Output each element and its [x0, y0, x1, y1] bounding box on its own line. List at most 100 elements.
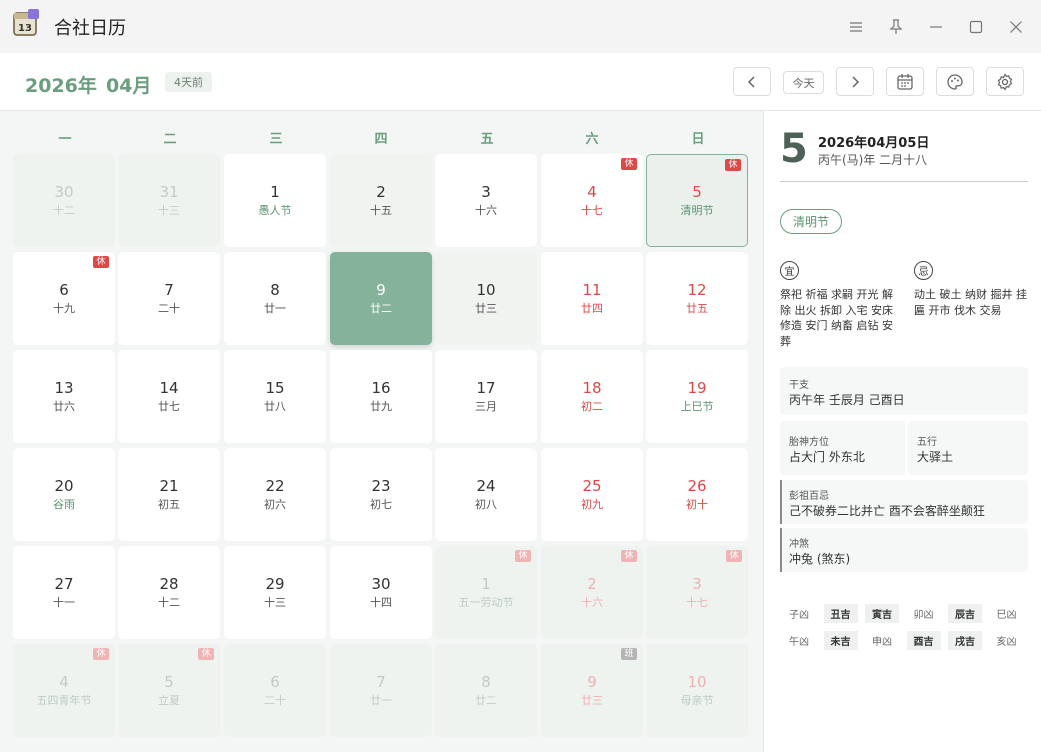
day-cell[interactable]: 31 十三	[118, 154, 220, 247]
day-cell[interactable]: 25 初九	[541, 448, 643, 541]
day-cell[interactable]: 30 十四	[330, 546, 432, 639]
day-cell[interactable]: 1 愚人节	[224, 154, 326, 247]
day-cell[interactable]: 10 母亲节	[646, 644, 748, 737]
pin-icon[interactable]	[885, 16, 907, 38]
day-cell[interactable]: 30 十二	[13, 154, 115, 247]
day-cell[interactable]: 27 十一	[13, 546, 115, 639]
hour-luck-cell: 寅吉	[865, 604, 899, 623]
day-cell[interactable]: 19 上巳节	[646, 350, 748, 443]
close-icon[interactable]	[1005, 16, 1027, 38]
calendar-view-button[interactable]	[886, 67, 924, 96]
holiday-badge: 休	[93, 256, 109, 268]
theme-button[interactable]	[936, 67, 974, 96]
weekday-label: 四	[374, 132, 388, 147]
day-number: 16	[371, 379, 391, 397]
lunar-date: 廿三	[475, 302, 497, 315]
day-number: 11	[582, 281, 602, 299]
holiday-badge: 休	[621, 550, 637, 562]
day-cell[interactable]: 21 初五	[118, 448, 220, 541]
lunar-date: 十七	[686, 596, 708, 609]
day-cell[interactable]: 6 二十	[224, 644, 326, 737]
day-number: 7	[164, 281, 174, 299]
day-cell[interactable]: 11 廿四	[541, 252, 643, 345]
day-cell[interactable]: 13 廿六	[13, 350, 115, 443]
day-cell[interactable]: 4 五四青年节 休	[13, 644, 115, 737]
hour-luck-cell: 亥凶	[996, 637, 1017, 648]
next-month-button[interactable]	[836, 67, 874, 96]
day-cell[interactable]: 26 初十	[646, 448, 748, 541]
day-number: 1	[481, 575, 491, 593]
day-cell[interactable]: 16 廿九	[330, 350, 432, 443]
lunar-date: 初七	[370, 498, 392, 511]
day-number: 8	[270, 281, 280, 299]
menu-icon[interactable]	[845, 16, 867, 38]
day-number: 6	[59, 281, 69, 299]
gear-icon	[997, 72, 1013, 91]
day-cell[interactable]: 23 初七	[330, 448, 432, 541]
ganzhi-label: 干支	[789, 380, 809, 391]
yi-line: 祭祀 祈福 求嗣 开光 解	[780, 288, 893, 301]
day-cell[interactable]: 18 初二	[541, 350, 643, 443]
day-cell[interactable]: 28 十二	[118, 546, 220, 639]
day-cell[interactable]: 5 清明节 休	[646, 154, 748, 247]
wuxing-value: 大驿土	[917, 450, 954, 464]
day-cell[interactable]: 2 十五	[330, 154, 432, 247]
day-number: 13	[54, 379, 74, 397]
day-number: 22	[265, 477, 285, 495]
day-cell[interactable]: 1 五一劳动节 休	[435, 546, 537, 639]
lunar-date: 初九	[581, 498, 603, 511]
lunar-date: 五一劳动节	[458, 596, 514, 609]
month-label[interactable]: 04月	[106, 71, 151, 98]
day-cell[interactable]: 17 三月	[435, 350, 537, 443]
weekday-label: 六	[585, 132, 599, 147]
lunar-date: 初八	[475, 498, 497, 511]
day-cell[interactable]: 3 十七 休	[646, 546, 748, 639]
day-cell[interactable]: 7 廿一	[330, 644, 432, 737]
day-cell[interactable]: 9 廿二	[330, 252, 432, 345]
lunar-date: 二十	[264, 694, 286, 707]
day-number: 20	[54, 477, 74, 495]
prev-month-button[interactable]	[733, 67, 771, 96]
hour-luck-cell: 未吉	[823, 631, 858, 650]
toolbar	[0, 53, 1041, 111]
day-number: 15	[265, 379, 285, 397]
day-cell[interactable]: 22 初六	[224, 448, 326, 541]
day-number: 5	[692, 183, 702, 201]
day-cell[interactable]: 5 立夏 休	[118, 644, 220, 737]
maximize-icon[interactable]	[965, 16, 987, 38]
day-cell[interactable]: 29 十三	[224, 546, 326, 639]
day-cell[interactable]: 6 十九 休	[13, 252, 115, 345]
calendar-icon	[897, 73, 913, 90]
day-number: 7	[376, 673, 386, 691]
holiday-badge: 休	[515, 550, 531, 562]
day-number: 23	[371, 477, 391, 495]
weekday-label: 日	[691, 132, 705, 147]
settings-button[interactable]	[986, 67, 1024, 96]
year-label[interactable]: 2026年	[25, 71, 97, 98]
day-cell[interactable]: 2 十六 休	[541, 546, 643, 639]
day-number: 2	[376, 183, 386, 201]
day-cell[interactable]: 24 初八	[435, 448, 537, 541]
day-cell[interactable]: 14 廿七	[118, 350, 220, 443]
day-cell[interactable]: 9 廿三 班	[541, 644, 643, 737]
weekday-label: 二	[163, 132, 177, 147]
lunar-date: 初六	[264, 498, 286, 511]
day-cell[interactable]: 20 谷雨	[13, 448, 115, 541]
lunar-date: 廿七	[158, 400, 180, 413]
today-button[interactable]: 今天	[783, 71, 824, 94]
chevron-right-icon	[852, 75, 860, 88]
minimize-icon[interactable]	[925, 16, 947, 38]
festival-tag[interactable]: 清明节	[780, 209, 842, 234]
day-cell[interactable]: 10 廿三	[435, 252, 537, 345]
day-cell[interactable]: 15 廿八	[224, 350, 326, 443]
day-cell[interactable]: 8 廿二	[435, 644, 537, 737]
day-cell[interactable]: 8 廿一	[224, 252, 326, 345]
day-number: 10	[476, 281, 496, 299]
day-cell[interactable]: 3 十六	[435, 154, 537, 247]
day-cell[interactable]: 4 十七 休	[541, 154, 643, 247]
hour-luck-cell: 酉吉	[906, 631, 941, 650]
lunar-date: 初二	[581, 400, 603, 413]
day-cell[interactable]: 12 廿五	[646, 252, 748, 345]
day-cell[interactable]: 7 二十	[118, 252, 220, 345]
day-number: 3	[481, 183, 491, 201]
